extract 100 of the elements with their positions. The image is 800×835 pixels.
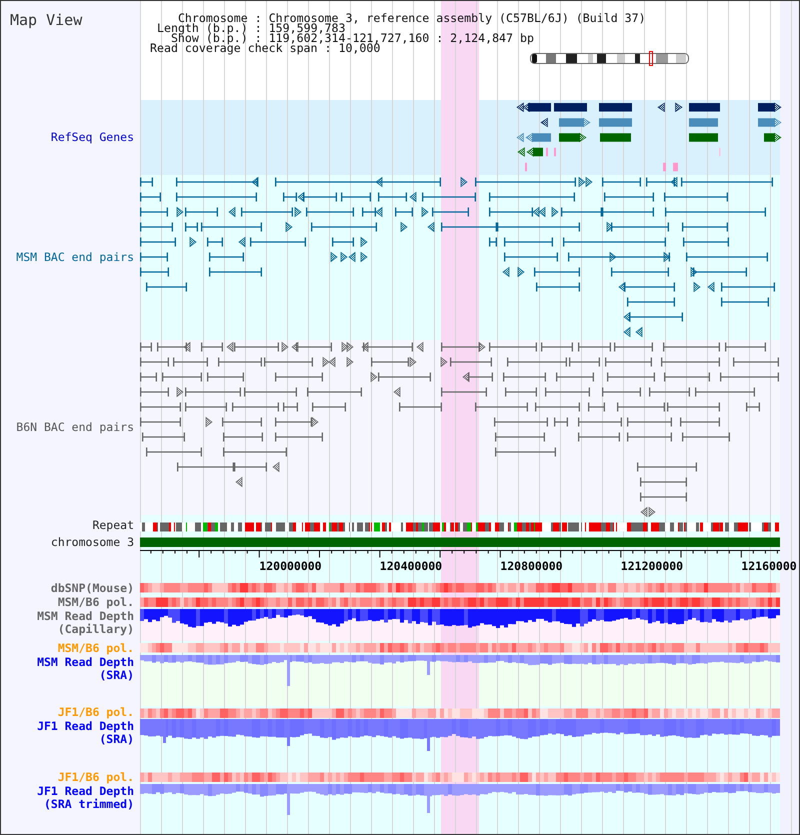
gene-feature (516, 102, 551, 112)
bac-end-pair (682, 222, 728, 232)
bac-end-pair (746, 402, 760, 412)
bac-end-pair (140, 178, 153, 186)
bac-end-pair (209, 252, 244, 262)
bac-end-pair (140, 222, 173, 232)
bac-end-pair (140, 372, 157, 382)
bac-end-pair (611, 222, 669, 232)
bac-end-pair (561, 208, 602, 216)
bac-end-arrow (393, 386, 400, 398)
bac-end-arrow (330, 252, 338, 262)
bac-end-pair (569, 358, 600, 366)
bac-end-arrow (518, 266, 525, 278)
bac-end-pair (223, 448, 287, 456)
bac-end-pair (504, 252, 558, 262)
bac-end-pair (140, 208, 168, 216)
bac-end-pair (162, 372, 202, 382)
track-label: RefSeq Genes (50, 131, 134, 144)
bac-end-arrow (427, 222, 434, 232)
bac-end-arrow (294, 206, 302, 218)
gene-feature (540, 118, 548, 128)
bac-end-pair (140, 268, 169, 276)
bac-end-pair (721, 282, 775, 292)
bac-end-pair (142, 432, 185, 442)
bac-end-pair (545, 388, 590, 396)
bac-end-pair (185, 402, 227, 412)
bac-end-arrow (228, 206, 236, 218)
bac-end-pair (624, 282, 675, 292)
bac-end-pair (207, 372, 244, 382)
bac-end-pair (232, 402, 279, 412)
bac-end-pair (201, 342, 223, 352)
bac-end-pair (505, 388, 537, 396)
gene-feature (559, 118, 591, 128)
bac-end-arrow (610, 252, 617, 262)
bac-end-pair (607, 372, 655, 382)
bac-end-arrow (410, 356, 417, 368)
bac-end-pair (250, 238, 306, 246)
bac-end-pair (578, 342, 611, 352)
bac-end-pair (140, 358, 169, 366)
axis-label: 12160000 (741, 559, 797, 573)
bac-end-pair (534, 268, 580, 276)
bac-end-pair (140, 418, 181, 426)
bac-end-pair (554, 418, 568, 426)
bac-end-pair (617, 402, 665, 412)
bac-end-pair (629, 312, 683, 322)
bac-end-arrow (251, 176, 258, 188)
bac-end-pair (507, 358, 567, 366)
track-label: dbSNP(Mouse) (50, 582, 134, 594)
bac-end-pair (489, 238, 497, 246)
bac-end-pair (146, 282, 187, 292)
bac-end-arrow (176, 386, 184, 398)
info-label: Chromosome : (178, 13, 262, 23)
bac-end-pair (468, 372, 493, 382)
bac-end-pair (173, 358, 208, 366)
bac-end-pair (146, 448, 202, 456)
bac-end-pair (157, 342, 187, 352)
bac-end-arrow (422, 206, 429, 218)
gene-feature (764, 132, 782, 142)
position-marker (649, 51, 653, 66)
bac-end-arrow (635, 326, 642, 338)
bac-end-pair (395, 208, 413, 216)
bac-end-pair (218, 358, 262, 366)
track-label: B6N BAC end pairs (16, 421, 134, 434)
bac-end-pair (535, 402, 580, 412)
bac-end-pair (683, 238, 729, 246)
bac-end-arrow (400, 222, 408, 232)
bac-end-arrow (623, 312, 630, 322)
bac-end-pair (640, 478, 687, 486)
gene-feature (758, 118, 782, 128)
bac-end-pair (661, 358, 720, 366)
axis-label: 120000000 (259, 559, 322, 573)
bac-end-pair (399, 402, 442, 412)
bac-end-pair (244, 388, 297, 396)
track-label: MSM/B6 pol. (58, 596, 134, 609)
bac-end-pair (721, 298, 769, 306)
coverage-span-text: Read coverage check span : 10,000 (150, 43, 380, 53)
bac-end-pair (489, 342, 537, 352)
bac-end-pair (611, 268, 669, 276)
bac-end-pair (140, 238, 176, 246)
bac-end-arrow (183, 342, 190, 352)
bac-end-pair (627, 298, 675, 306)
bac-end-pair (578, 418, 622, 426)
track-label: MSM Read Depth (Capillary) (36, 610, 134, 636)
bac-end-pair (541, 342, 573, 352)
bac-end-pair (637, 462, 697, 472)
bac-end-arrow (226, 342, 234, 352)
bac-end-pair (234, 342, 279, 352)
bac-end-pair (536, 282, 580, 292)
bac-end-pair (140, 388, 169, 396)
bac-end-pair (311, 222, 377, 232)
bac-end-pair (602, 178, 641, 186)
bac-end-pair (640, 492, 687, 502)
bac-end-pair (140, 192, 161, 202)
bac-end-arrow (670, 176, 678, 188)
bac-end-pair (664, 192, 728, 202)
bac-end-pair (680, 418, 720, 426)
bac-end-arrow (370, 372, 378, 382)
bac-end-pair (275, 372, 323, 382)
bac-end-pair (312, 402, 346, 412)
bac-end-arrow (312, 416, 319, 428)
